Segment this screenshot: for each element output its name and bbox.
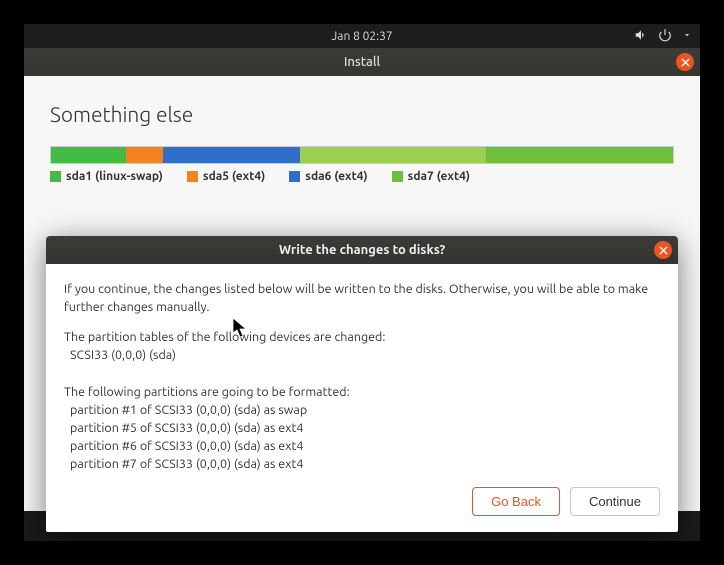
- partition-bar[interactable]: [50, 146, 674, 164]
- dialog-format-line: partition #6 of SCSI33 (0,0,0) (sda) as …: [64, 437, 660, 455]
- partition-segment-sda1[interactable]: [51, 147, 126, 163]
- dialog-close-button[interactable]: [654, 241, 672, 259]
- dialog-format-line: partition #7 of SCSI33 (0,0,0) (sda) as …: [64, 455, 660, 473]
- power-icon[interactable]: [658, 28, 672, 45]
- legend-swatch: [187, 171, 198, 182]
- go-back-button[interactable]: Go Back: [472, 487, 560, 516]
- dialog-intro: If you continue, the changes listed belo…: [64, 280, 660, 316]
- topbar-datetime: Jan 8 02:37: [331, 30, 392, 43]
- mouse-cursor: [233, 318, 247, 338]
- legend-swatch: [289, 171, 300, 182]
- legend-item: sda7 (ext4): [392, 170, 470, 183]
- dialog-title: Write the changes to disks?: [279, 243, 445, 257]
- partition-segment-sda6[interactable]: [300, 147, 487, 163]
- legend-swatch: [50, 171, 61, 182]
- legend-swatch: [392, 171, 403, 182]
- legend-item: sda1 (linux-swap): [50, 170, 163, 183]
- page-title: Something else: [50, 102, 674, 126]
- legend-label: sda5 (ext4): [203, 170, 265, 183]
- dialog-tables-line: SCSI33 (0,0,0) (sda): [64, 346, 660, 364]
- volume-icon[interactable]: [634, 28, 648, 45]
- confirm-dialog: Write the changes to disks? If you conti…: [46, 236, 678, 532]
- dialog-format-heading: The following partitions are going to be…: [64, 383, 660, 401]
- window-title: Install: [344, 55, 380, 69]
- legend-label: sda1 (linux-swap): [66, 170, 163, 183]
- partition-segment-sda5[interactable]: [163, 147, 300, 163]
- partition-segment-sda7[interactable]: [486, 147, 673, 163]
- window-titlebar: Install: [24, 48, 700, 76]
- legend-label: sda6 (ext4): [305, 170, 367, 183]
- dialog-format-line: partition #5 of SCSI33 (0,0,0) (sda) as …: [64, 419, 660, 437]
- legend-item: sda5 (ext4): [187, 170, 265, 183]
- gnome-topbar: Jan 8 02:37: [24, 24, 700, 48]
- chevron-down-icon[interactable]: [682, 30, 692, 43]
- dialog-format-line: partition #1 of SCSI33 (0,0,0) (sda) as …: [64, 401, 660, 419]
- window-close-button[interactable]: [676, 53, 694, 71]
- partition-legend: sda1 (linux-swap) sda5 (ext4) sda6 (ext4…: [50, 170, 674, 183]
- legend-item: sda6 (ext4): [289, 170, 367, 183]
- dialog-body: If you continue, the changes listed belo…: [46, 264, 678, 487]
- dialog-titlebar: Write the changes to disks?: [46, 236, 678, 264]
- partition-segment-gap[interactable]: [126, 147, 163, 163]
- continue-button[interactable]: Continue: [570, 487, 660, 516]
- dialog-tables-heading: The partition tables of the following de…: [64, 328, 660, 346]
- legend-label: sda7 (ext4): [408, 170, 470, 183]
